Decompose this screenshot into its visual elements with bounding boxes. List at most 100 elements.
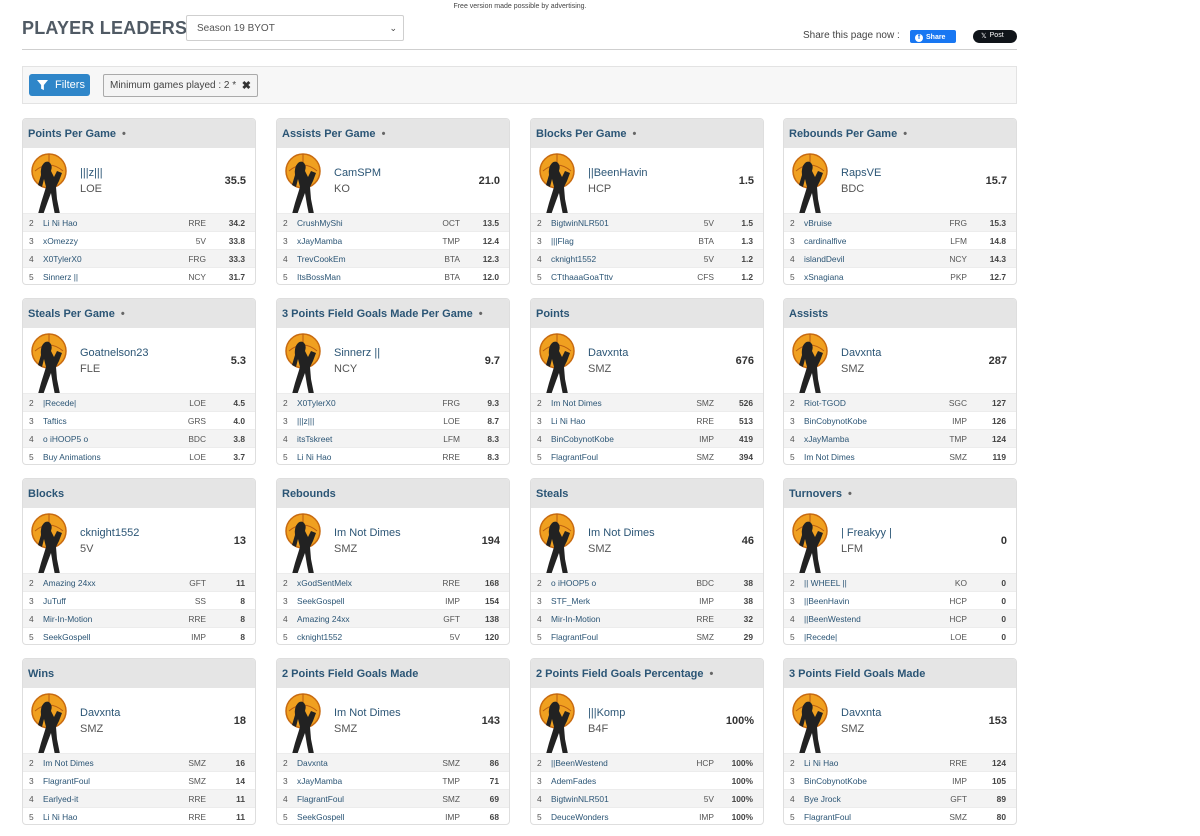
player-link[interactable]: Li Ni Hao [297,452,331,462]
leader-name-link[interactable]: CamSPM [334,167,381,179]
player-link[interactable]: ItsBossMan [297,272,341,282]
player-link[interactable]: vBruise [804,218,832,228]
player-link[interactable]: |||Flag [551,236,574,246]
player-link[interactable]: ||BeenHavin [804,596,849,606]
player-link[interactable]: cknight1552 [551,254,596,264]
leader-name-link[interactable]: |||Komp [588,707,625,719]
player-link[interactable]: BinCobynotKobe [804,776,867,786]
player-link[interactable]: ||BeenWestend [551,758,608,768]
rank-number: 4 [790,254,795,264]
player-link[interactable]: BinCobynotKobe [551,434,614,444]
player-link[interactable]: o iHOOP5 o [551,578,596,588]
player-link[interactable]: Li Ni Hao [43,812,77,822]
season-select[interactable]: Season 19 BYOT ⌄ [186,15,404,41]
player-link[interactable]: Taftics [43,416,67,426]
player-link[interactable]: BigtwinNLR501 [551,218,609,228]
player-link[interactable]: BigtwinNLR501 [551,794,609,804]
player-link[interactable]: Amazing 24xx [43,578,96,588]
player-link[interactable]: cardinalfive [804,236,846,246]
rank-row: 4 Amazing 24xx GFT 138 [277,609,509,627]
player-link[interactable]: X0TylerX0 [43,254,82,264]
stat-value: 100% [731,794,753,804]
leader-name-link[interactable]: Im Not Dimes [334,527,401,539]
avatar [790,691,830,757]
facebook-share-button[interactable]: f Share [910,30,956,43]
player-link[interactable]: Davxnta [297,758,328,768]
stat-value: 12.0 [482,272,499,282]
player-link[interactable]: Sinnerz || [43,272,78,282]
leader-name-link[interactable]: Im Not Dimes [334,707,401,719]
player-link[interactable]: FlagrantFoul [43,776,90,786]
team-abbr: NCY [949,254,967,264]
player-link[interactable]: itsTskreet [297,434,332,444]
rank-list: 2 vBruise FRG 15.3 3 cardinalfive LFM 14… [784,213,1016,284]
player-link[interactable]: Li Ni Hao [804,758,838,768]
player-link[interactable]: STF_Merk [551,596,590,606]
player-link[interactable]: || WHEEL || [804,578,847,588]
leader-name-link[interactable]: Davxnta [841,347,881,359]
stat-value: 38 [743,596,753,606]
player-link[interactable]: SeekGospell [297,812,345,822]
stat-value: 105 [992,776,1006,786]
player-link[interactable]: o iHOOP5 o [43,434,88,444]
player-link[interactable]: Mir-In-Motion [43,614,92,624]
leader-name-link[interactable]: RapsVE [841,167,881,179]
player-link[interactable]: xOmezzy [43,236,78,246]
player-link[interactable]: CTthaaaGoaTttv [551,272,613,282]
filters-button[interactable]: Filters [29,74,90,96]
player-link[interactable]: SeekGospell [43,632,91,642]
player-link[interactable]: ||BeenWestend [804,614,861,624]
leader-name-link[interactable]: cknight1552 [80,527,139,539]
x-post-button[interactable]: 𝕏 Post [973,30,1017,43]
player-link[interactable]: Earlyed-it [43,794,78,804]
player-link[interactable]: FlagrantFoul [297,794,344,804]
player-link[interactable]: |Recede| [43,398,76,408]
player-link[interactable]: BinCobynotKobe [804,416,867,426]
player-link[interactable]: xSnagiana [804,272,844,282]
player-link[interactable]: xJayMamba [297,776,342,786]
player-link[interactable]: X0TylerX0 [297,398,336,408]
player-link[interactable]: Li Ni Hao [43,218,77,228]
player-link[interactable]: xGodSentMelx [297,578,352,588]
rank-row: 3 Taftics GRS 4.0 [23,411,255,429]
player-link[interactable]: Im Not Dimes [551,398,602,408]
player-link[interactable]: Bye Jrock [804,794,841,804]
leader-name-link[interactable]: Davxnta [588,347,628,359]
leader-name-link[interactable]: |||z||| [80,167,103,179]
leader-name-link[interactable]: Davxnta [80,707,120,719]
player-link[interactable]: Mir-In-Motion [551,614,600,624]
player-link[interactable]: DeuceWonders [551,812,609,822]
rank-number: 3 [283,236,288,246]
leader-name-link[interactable]: ||BeenHavin [588,167,648,179]
player-link[interactable]: FlagrantFoul [804,812,851,822]
player-link[interactable]: Buy Animations [43,452,101,462]
close-icon[interactable]: ✖ [242,79,251,92]
player-link[interactable]: xJayMamba [297,236,342,246]
leader-name-link[interactable]: Goatnelson23 [80,347,149,359]
player-link[interactable]: Im Not Dimes [43,758,94,768]
player-link[interactable]: Amazing 24xx [297,614,350,624]
player-link[interactable]: CrushMyShi [297,218,343,228]
filter-chip-min-games[interactable]: Minimum games played : 2 * ✖ [103,74,258,97]
player-link[interactable]: JuTuff [43,596,66,606]
leader-name-link[interactable]: Sinnerz || [334,347,380,359]
player-link[interactable]: FlagrantFoul [551,452,598,462]
player-link[interactable]: Li Ni Hao [551,416,585,426]
leader-name-link[interactable]: Im Not Dimes [588,527,655,539]
player-link[interactable]: TrevCookEm [297,254,346,264]
stat-value: 0 [1001,596,1006,606]
player-link[interactable]: SeekGospell [297,596,345,606]
stat-value: 1.3 [741,236,753,246]
player-link[interactable]: Im Not Dimes [804,452,855,462]
player-link[interactable]: cknight1552 [297,632,342,642]
leader-name-link[interactable]: | Freakyy | [841,527,892,539]
player-link[interactable]: Riot-TGOD [804,398,846,408]
ad-note: Free version made possible by advertisin… [453,3,587,10]
player-link[interactable]: |||z||| [297,416,314,426]
player-link[interactable]: FlagrantFoul [551,632,598,642]
leader-name-link[interactable]: Davxnta [841,707,881,719]
player-link[interactable]: islandDevil [804,254,845,264]
player-link[interactable]: |Recede| [804,632,837,642]
player-link[interactable]: xJayMamba [804,434,849,444]
player-link[interactable]: AdemFades [551,776,596,786]
